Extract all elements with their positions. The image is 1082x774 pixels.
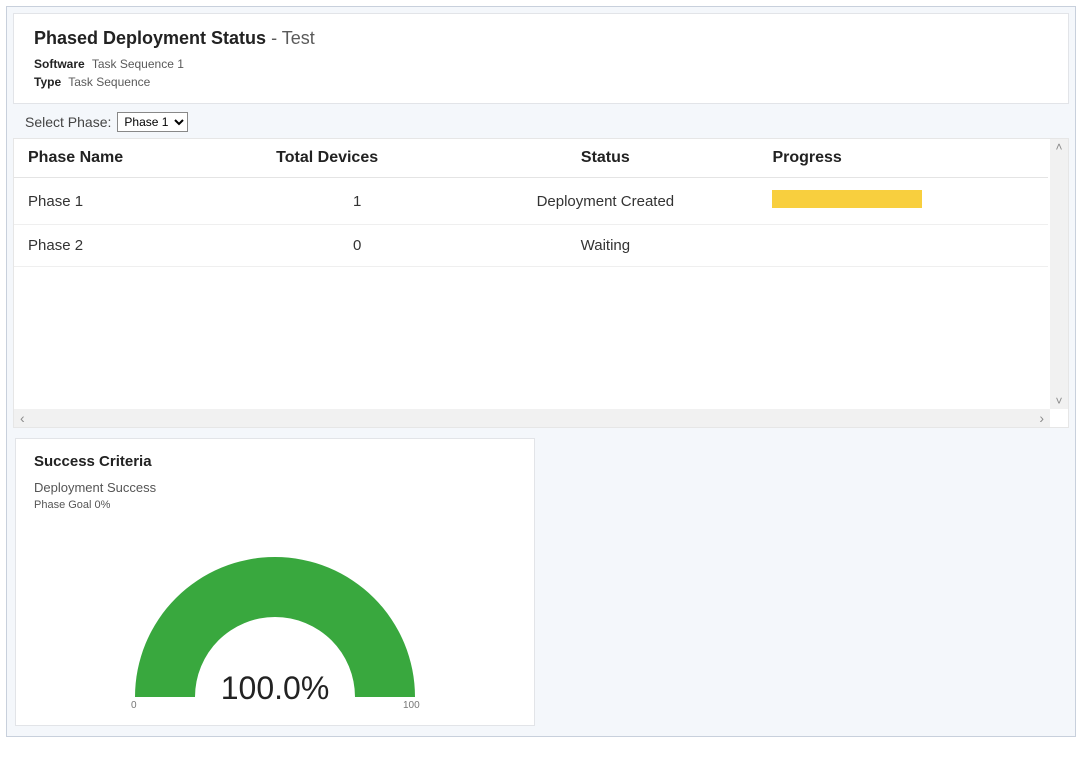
cell-status: Deployment Created: [448, 178, 758, 225]
cell-total-devices: 1: [262, 178, 448, 225]
criteria-subtitle: Deployment Success: [34, 480, 516, 495]
scroll-left-icon[interactable]: ‹: [20, 411, 25, 425]
vertical-scrollbar[interactable]: ˄ ˅: [1050, 139, 1068, 409]
criteria-title: Success Criteria: [34, 453, 516, 470]
col-total-devices: Total Devices: [262, 139, 448, 178]
cell-total-devices: 0: [262, 225, 448, 267]
phase-selector-row: Select Phase: Phase 1Phase 2: [13, 104, 1069, 138]
title-suffix: - Test: [266, 28, 315, 48]
horizontal-scrollbar[interactable]: ‹ ›: [14, 409, 1050, 427]
criteria-goal: Phase Goal 0%: [34, 499, 516, 511]
scroll-down-icon[interactable]: ˅: [1055, 395, 1062, 407]
header-panel: Phased Deployment Status - Test Software…: [13, 13, 1069, 104]
cell-phase-name: Phase 1: [14, 178, 262, 225]
software-value: Task Sequence 1: [92, 57, 184, 71]
gauge-chart: 100.0% 0 100: [85, 517, 465, 717]
progress-bar: [772, 190, 922, 208]
col-phase-name: Phase Name: [14, 139, 262, 178]
cell-status: Waiting: [448, 225, 758, 267]
software-line: Software Task Sequence 1: [34, 57, 1048, 71]
type-value: Task Sequence: [68, 75, 150, 89]
phase-table-scroll: Phase Name Total Devices Status Progress…: [14, 139, 1068, 409]
phased-deployment-status-frame: Phased Deployment Status - Test Software…: [6, 6, 1076, 737]
scroll-right-icon[interactable]: ›: [1039, 411, 1044, 425]
table-row[interactable]: Phase 20Waiting: [14, 225, 1048, 267]
phase-table-header-row: Phase Name Total Devices Status Progress: [14, 139, 1048, 178]
phase-table: Phase Name Total Devices Status Progress…: [14, 139, 1048, 267]
software-label: Software: [34, 57, 85, 71]
phase-table-panel: Phase Name Total Devices Status Progress…: [13, 138, 1069, 428]
page-title: Phased Deployment Status - Test: [34, 28, 1048, 49]
scroll-up-icon[interactable]: ˄: [1055, 141, 1062, 153]
col-progress: Progress: [758, 139, 1048, 178]
select-phase-label: Select Phase:: [25, 114, 111, 130]
title-main: Phased Deployment Status: [34, 28, 266, 48]
table-row[interactable]: Phase 11Deployment Created: [14, 178, 1048, 225]
success-criteria-panel: Success Criteria Deployment Success Phas…: [15, 438, 535, 726]
phase-select[interactable]: Phase 1Phase 2: [117, 112, 188, 132]
cell-progress: [758, 178, 1048, 225]
gauge-tick-min: 0: [131, 700, 137, 711]
col-status: Status: [448, 139, 758, 178]
type-label: Type: [34, 75, 61, 89]
cell-phase-name: Phase 2: [14, 225, 262, 267]
phase-table-body: Phase 11Deployment CreatedPhase 20Waitin…: [14, 178, 1048, 267]
type-line: Type Task Sequence: [34, 75, 1048, 89]
gauge-tick-max: 100: [403, 700, 420, 711]
cell-progress: [758, 225, 1048, 267]
